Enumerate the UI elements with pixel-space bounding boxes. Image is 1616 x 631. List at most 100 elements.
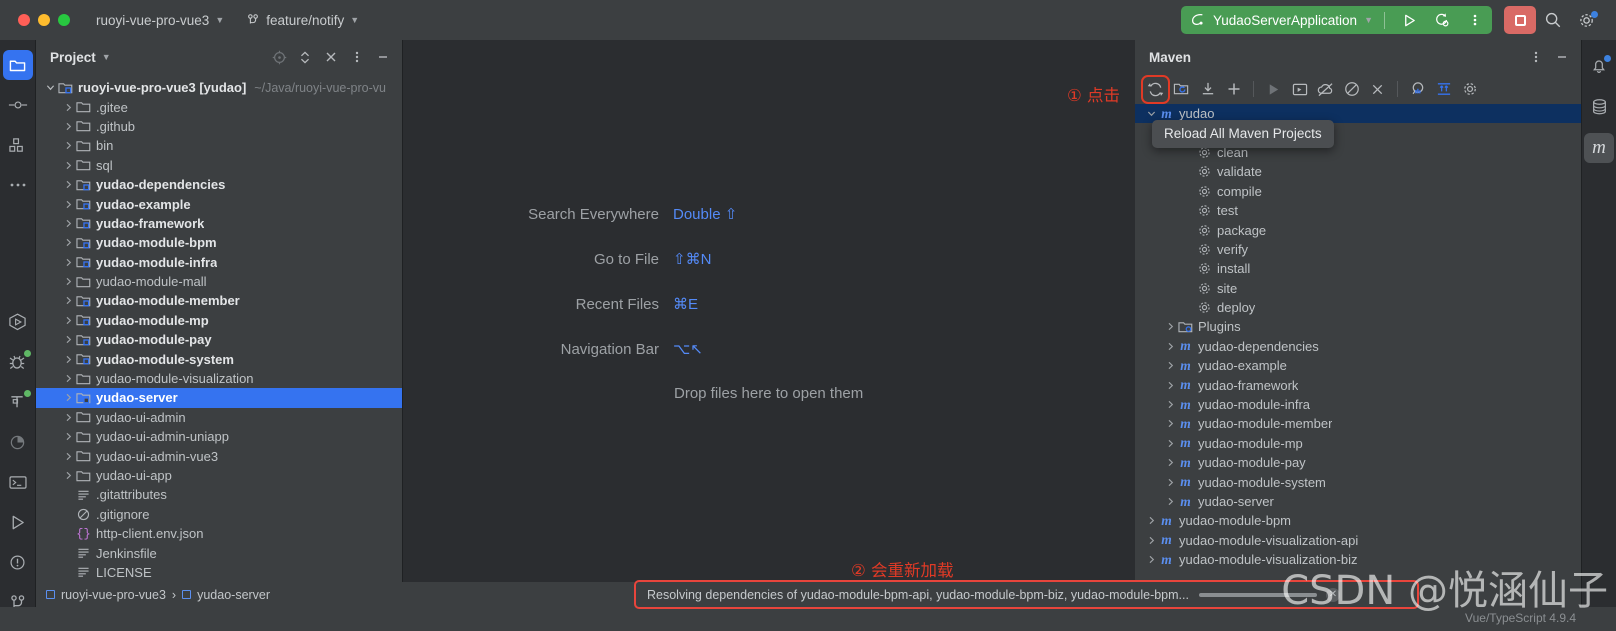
- sidebar-item-notifications[interactable]: [1584, 51, 1614, 81]
- sidebar-item-services[interactable]: [3, 307, 33, 337]
- download-sources-button[interactable]: [1195, 77, 1220, 102]
- chevron-right-icon[interactable]: [1145, 534, 1158, 547]
- maven-row[interactable]: validate: [1135, 162, 1581, 181]
- sidebar-item-terminal[interactable]: [3, 467, 33, 497]
- chevron-down-icon[interactable]: [1145, 107, 1158, 120]
- maven-row[interactable]: m yudao-module-visualization-api: [1135, 531, 1581, 550]
- execute-goal-button[interactable]: [1287, 77, 1312, 102]
- maven-row[interactable]: m yudao-example: [1135, 356, 1581, 375]
- chevron-right-icon[interactable]: [62, 314, 75, 327]
- close-icon[interactable]: [320, 46, 342, 68]
- maven-row[interactable]: m yudao-module-bpm: [1135, 511, 1581, 530]
- sidebar-item-commit[interactable]: [3, 90, 33, 120]
- sidebar-item-run[interactable]: [3, 507, 33, 537]
- maven-tree[interactable]: myudaoLifecyclecleanvalidatecompiletestp…: [1135, 104, 1581, 569]
- add-maven-project-button[interactable]: [1169, 77, 1194, 102]
- show-dependencies-button[interactable]: [1431, 77, 1456, 102]
- tree-row[interactable]: bin: [36, 136, 402, 155]
- chevron-right-icon[interactable]: [62, 198, 75, 211]
- maven-row[interactable]: Plugins: [1135, 317, 1581, 336]
- tree-row[interactable]: .github: [36, 117, 402, 136]
- chevron-right-icon[interactable]: [62, 159, 75, 172]
- sidebar-item-maven[interactable]: m: [1584, 133, 1614, 163]
- tree-row[interactable]: yudao-module-infra: [36, 253, 402, 272]
- skip-tests-button[interactable]: [1339, 77, 1364, 102]
- maven-row[interactable]: m yudao-framework: [1135, 375, 1581, 394]
- editor-empty-area[interactable]: Search Everywhere Double ⇧ Go to File ⇧⌘N Re…: [403, 40, 1135, 582]
- run-goal-button[interactable]: [1261, 77, 1286, 102]
- sidebar-item-problems[interactable]: [3, 547, 33, 577]
- more-vertical-icon[interactable]: [1525, 46, 1547, 68]
- locate-target-icon[interactable]: [268, 46, 290, 68]
- tree-row[interactable]: yudao-module-pay: [36, 330, 402, 349]
- debug-reload-icon[interactable]: [1429, 8, 1455, 32]
- chevron-right-icon[interactable]: [1164, 417, 1177, 430]
- maven-row[interactable]: m yudao-dependencies: [1135, 337, 1581, 356]
- analyze-dependencies-button[interactable]: [1405, 77, 1430, 102]
- tree-row[interactable]: .gitignore: [36, 505, 402, 524]
- minimize-icon[interactable]: [1551, 46, 1573, 68]
- settings-button[interactable]: [1570, 0, 1604, 40]
- branch-selector[interactable]: feature/notify ▼: [246, 13, 359, 28]
- sidebar-item-debug[interactable]: [3, 347, 33, 377]
- tree-row[interactable]: yudao-ui-admin-vue3: [36, 446, 402, 465]
- tree-row[interactable]: {} http-client.env.json: [36, 524, 402, 543]
- tree-row[interactable]: Jenkinsfile: [36, 543, 402, 562]
- minimize-icon[interactable]: [372, 46, 394, 68]
- sidebar-item-endpoints[interactable]: [3, 387, 33, 417]
- chevron-right-icon[interactable]: [62, 450, 75, 463]
- chevron-right-icon[interactable]: [62, 469, 75, 482]
- tree-row[interactable]: yudao-framework: [36, 214, 402, 233]
- sidebar-item-project[interactable]: [2, 50, 33, 80]
- chevron-right-icon[interactable]: [62, 120, 75, 133]
- tree-row-selected[interactable]: yudao-server: [36, 388, 402, 408]
- chevron-right-icon[interactable]: [1164, 456, 1177, 469]
- chevron-right-icon[interactable]: [62, 430, 75, 443]
- close-window-button[interactable]: [18, 14, 30, 26]
- chevron-right-icon[interactable]: [62, 217, 75, 230]
- maven-row[interactable]: install: [1135, 259, 1581, 278]
- maven-row[interactable]: m yudao-module-system: [1135, 472, 1581, 491]
- add-button[interactable]: [1221, 77, 1246, 102]
- tree-row[interactable]: yudao-ui-admin-uniapp: [36, 427, 402, 446]
- tree-row[interactable]: .gitattributes: [36, 485, 402, 504]
- tree-row[interactable]: sql: [36, 156, 402, 175]
- sidebar-item-structure[interactable]: [3, 130, 33, 160]
- maven-toolbar[interactable]: [1135, 74, 1581, 104]
- chevron-right-icon[interactable]: [1145, 553, 1158, 566]
- tree-row[interactable]: yudao-module-mp: [36, 311, 402, 330]
- stop-button[interactable]: [1504, 6, 1536, 34]
- run-icon[interactable]: [1396, 8, 1422, 32]
- maven-row[interactable]: compile: [1135, 182, 1581, 201]
- maven-row[interactable]: test: [1135, 201, 1581, 220]
- project-tree[interactable]: ruoyi-vue-pro-vue3 [yudao] ~/Java/ruoyi-…: [36, 74, 402, 582]
- reload-all-projects-button[interactable]: [1141, 74, 1170, 104]
- maven-row[interactable]: m yudao-module-mp: [1135, 434, 1581, 453]
- chevron-right-icon[interactable]: [62, 411, 75, 424]
- chevron-down-icon[interactable]: [44, 81, 57, 94]
- expand-collapse-icon[interactable]: [294, 46, 316, 68]
- chevron-right-icon[interactable]: [1164, 379, 1177, 392]
- chevron-right-icon[interactable]: [1164, 495, 1177, 508]
- tree-row[interactable]: .gitee: [36, 97, 402, 116]
- tree-row[interactable]: yudao-ui-admin: [36, 408, 402, 427]
- chevron-right-icon[interactable]: [62, 353, 75, 366]
- chevron-right-icon[interactable]: [62, 178, 75, 191]
- chevron-right-icon[interactable]: [1164, 476, 1177, 489]
- chevron-right-icon[interactable]: [62, 294, 75, 307]
- chevron-right-icon[interactable]: [62, 236, 75, 249]
- sidebar-item-more[interactable]: [3, 170, 33, 200]
- chevron-right-icon[interactable]: [1164, 320, 1177, 333]
- chevron-right-icon[interactable]: [62, 372, 75, 385]
- tree-row[interactable]: yudao-example: [36, 194, 402, 213]
- maven-row[interactable]: m yudao-module-infra: [1135, 395, 1581, 414]
- maven-row[interactable]: verify: [1135, 240, 1581, 259]
- tree-row[interactable]: LICENSE: [36, 563, 402, 582]
- search-button[interactable]: [1536, 0, 1570, 40]
- offline-mode-button[interactable]: [1313, 77, 1338, 102]
- chevron-right-icon[interactable]: [1164, 340, 1177, 353]
- maven-row[interactable]: m yudao-module-pay: [1135, 453, 1581, 472]
- tree-row-root[interactable]: ruoyi-vue-pro-vue3 [yudao] ~/Java/ruoyi-…: [36, 78, 402, 97]
- tree-row[interactable]: yudao-dependencies: [36, 175, 402, 194]
- chevron-right-icon[interactable]: [1164, 437, 1177, 450]
